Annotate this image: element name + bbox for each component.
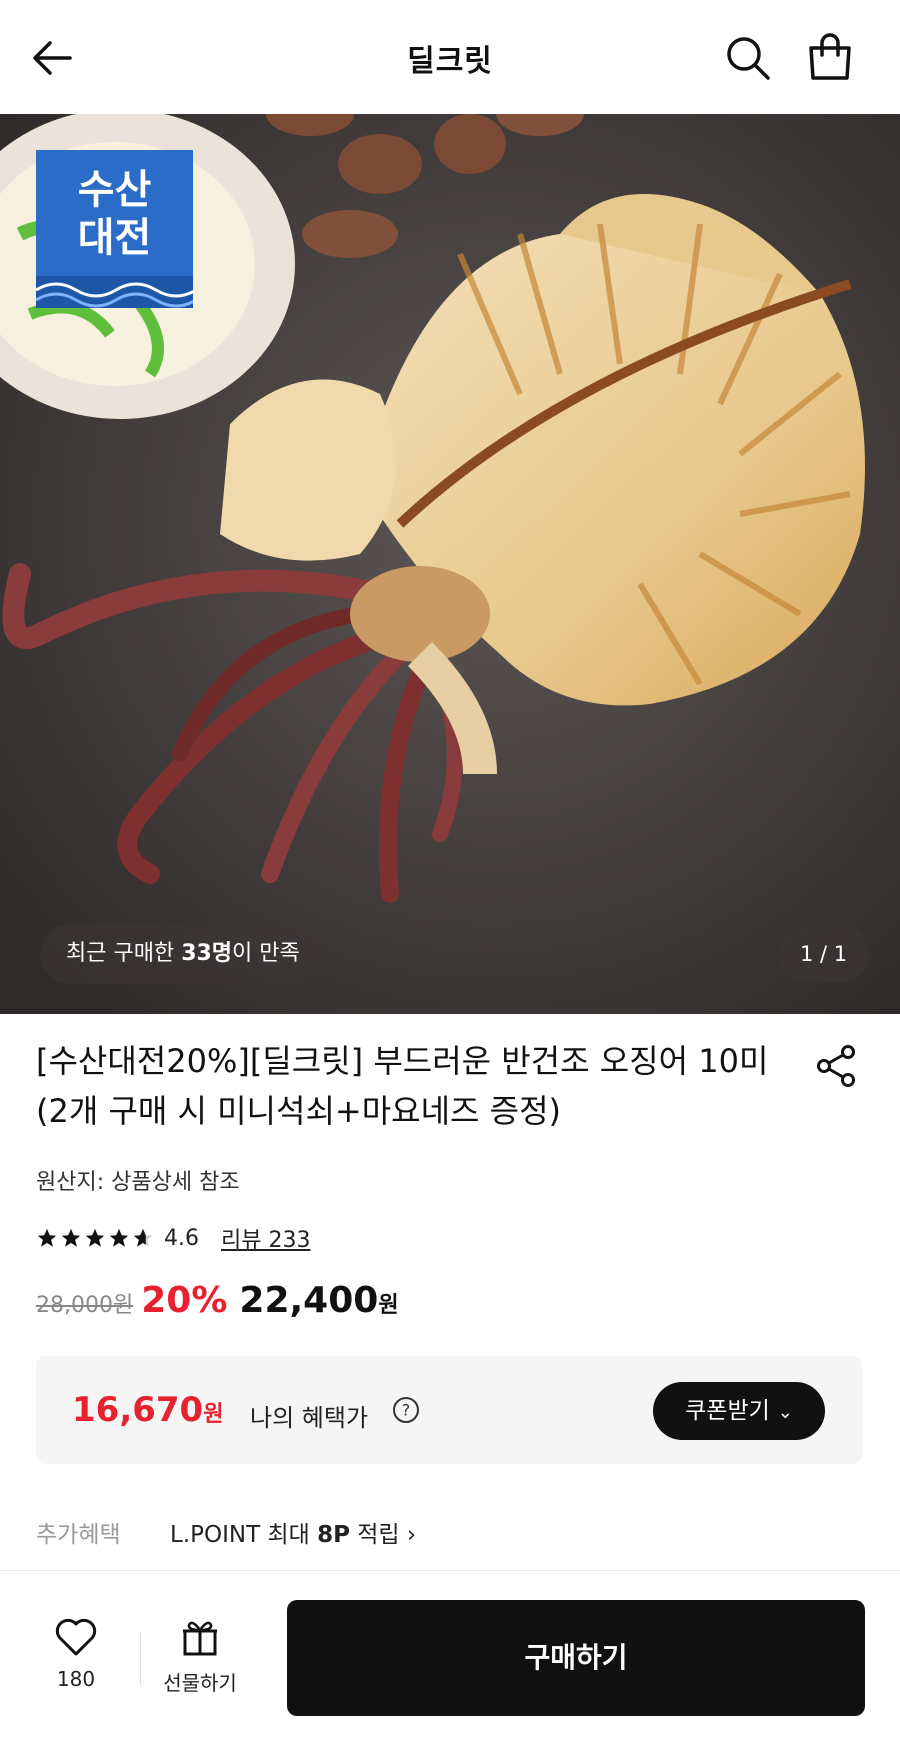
rating-value: 4.6 (164, 1225, 199, 1251)
star-icon (61, 1228, 81, 1247)
coupon-button[interactable]: 쿠폰받기 ⌄ (653, 1382, 825, 1440)
gift-button[interactable]: 선물하기 (150, 1617, 250, 1696)
satisfied-suffix: 이 만족 (232, 941, 300, 966)
lpoint-points: 8P (317, 1522, 350, 1548)
heart-icon (55, 1618, 97, 1656)
satisfaction-pill: 최근 구매한 33명이 만족 (40, 924, 326, 984)
wave-icon (36, 276, 193, 308)
share-icon[interactable] (812, 1042, 860, 1090)
lpoint-prefix: L.POINT 최대 (170, 1522, 318, 1548)
star-icon (85, 1228, 105, 1247)
benefit-label: 나의 혜택가 (250, 1404, 369, 1432)
star-icon (37, 1228, 57, 1247)
final-price: 22,400 (239, 1280, 379, 1321)
chevron-right-icon: › (406, 1522, 417, 1548)
like-button[interactable]: 180 (40, 1617, 112, 1691)
satisfied-count: 33명 (181, 941, 233, 966)
help-icon[interactable]: ? (392, 1396, 420, 1424)
app-header: 딜크릿 (0, 0, 900, 114)
star-half-icon (133, 1228, 153, 1247)
divider (140, 1633, 141, 1685)
original-price: 28,000원 (36, 1293, 134, 1318)
benefit-price-value: 16,670 (72, 1390, 204, 1430)
benefit-price: 16,670원 (72, 1390, 223, 1430)
star-rating (36, 1227, 154, 1249)
star-icon (109, 1228, 129, 1247)
search-icon[interactable] (724, 34, 772, 82)
satisfied-prefix: 최근 구매한 (66, 941, 182, 966)
seafood-festival-badge: 수산 대전 (36, 150, 193, 308)
product-title: [수산대전20%][딜크릿] 부드러운 반건조 오징어 10미 (2개 구매 시… (36, 1042, 769, 1130)
shopping-bag-icon[interactable] (806, 32, 854, 82)
badge-line-2: 대전 (77, 215, 152, 261)
badge-line-1: 수산 (77, 167, 152, 213)
benefit-currency: 원 (203, 1402, 224, 1427)
lpoint-suffix: 적립 (349, 1522, 400, 1548)
currency-unit: 원 (378, 1293, 399, 1318)
chevron-down-icon: ⌄ (777, 1402, 793, 1423)
review-link[interactable]: 리뷰 233 (221, 1222, 310, 1254)
gift-icon (183, 1621, 217, 1656)
my-benefit-box: 16,670원 나의 혜택가 ? 쿠폰받기 ⌄ (36, 1356, 862, 1464)
bottom-action-bar: 180 선물하기 구매하기 (0, 1570, 900, 1741)
image-pager: 1 / 1 (778, 926, 870, 982)
buy-button[interactable]: 구매하기 (287, 1600, 865, 1716)
product-image[interactable]: 수산 대전 최근 구매한 33명이 만족 1 / 1 (0, 114, 900, 1014)
svg-text:?: ? (402, 1401, 411, 1420)
origin-info: 원산지: 상품상세 참조 (36, 1170, 240, 1195)
gift-label: 선물하기 (163, 1671, 237, 1695)
coupon-button-label: 쿠폰받기 (685, 1398, 770, 1424)
rating-row: 4.6 리뷰 233 (36, 1222, 310, 1254)
extra-benefit-label: 추가혜택 (36, 1522, 121, 1548)
lpoint-benefit[interactable]: L.POINT 최대 8P 적립 › (170, 1515, 416, 1549)
discount-rate: 20% (141, 1280, 228, 1321)
extra-benefit[interactable]: 추가혜택 L.POINT 최대 8P 적립 › (36, 1515, 416, 1549)
like-count: 180 (56, 1667, 96, 1691)
price-row: 28,000원 20% 22,400 원 (36, 1280, 399, 1330)
